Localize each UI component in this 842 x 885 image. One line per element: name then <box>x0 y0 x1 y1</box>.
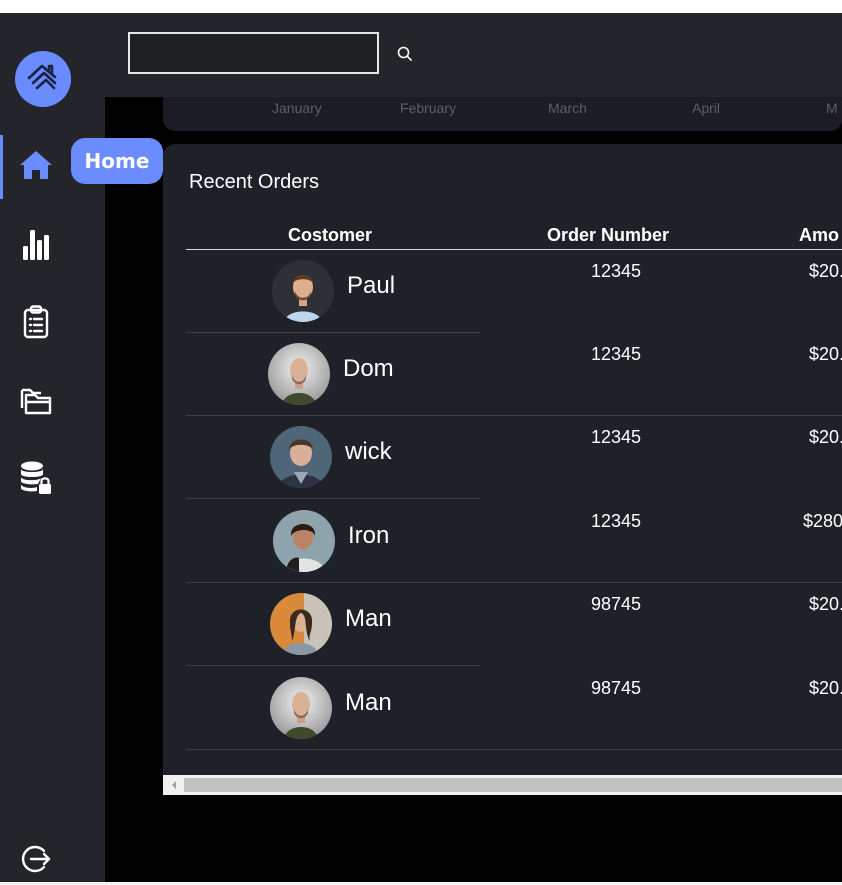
order-number: 98745 <box>590 594 642 614</box>
avatar <box>272 260 334 322</box>
avatar <box>270 677 332 739</box>
search-input[interactable] <box>128 32 379 74</box>
active-nav-indicator <box>0 135 3 199</box>
customer-name: Iron <box>348 522 390 549</box>
customer-name: Paul <box>347 272 396 299</box>
order-number: 98745 <box>590 678 642 698</box>
avatar <box>273 510 335 572</box>
table-row[interactable]: Iron 12345 $280 <box>186 500 842 583</box>
house-stack-icon <box>27 64 57 90</box>
row-divider <box>186 749 842 750</box>
nav-tasks[interactable] <box>16 302 56 342</box>
order-amount: $280 <box>803 511 842 531</box>
row-divider <box>186 665 480 666</box>
chart-month-label: February <box>400 100 457 116</box>
logout-icon <box>21 845 51 873</box>
nav-tooltip: Home <box>71 138 163 184</box>
app-logo[interactable] <box>15 51 71 107</box>
table-row[interactable]: Man 98745 $20. <box>186 583 842 666</box>
order-amount: $20. <box>809 427 842 447</box>
top-header <box>105 13 842 97</box>
sidebar: Home <box>0 13 163 882</box>
column-header-customer: Costomer <box>288 225 373 245</box>
nav-database[interactable] <box>16 458 56 498</box>
customer-name: wick <box>345 438 392 465</box>
bar-chart-icon <box>23 230 49 260</box>
database-lock-icon <box>21 461 51 494</box>
sales-chart-card: January February March April M <box>163 97 842 131</box>
chart-month-label: M <box>826 100 838 116</box>
nav-home[interactable] <box>16 145 56 185</box>
column-header-amount: Amo <box>799 225 839 245</box>
scroll-thumb[interactable] <box>184 778 842 792</box>
nav-files[interactable] <box>16 380 56 420</box>
chart-month-label: January <box>272 100 322 116</box>
table-row[interactable]: Man 98745 $20. <box>186 667 842 750</box>
search-button[interactable] <box>395 44 415 64</box>
avatar <box>270 593 332 655</box>
customer-name: Man <box>345 605 392 632</box>
order-amount: $20. <box>809 344 842 364</box>
scroll-left-button[interactable] <box>163 775 184 795</box>
table-row[interactable]: wick 12345 $20. <box>186 416 842 499</box>
table-row[interactable]: Dom 12345 $20. <box>186 333 842 416</box>
search-icon <box>397 46 412 61</box>
horizontal-scrollbar[interactable] <box>163 775 842 795</box>
recent-orders-card: Recent Orders Costomer Order Number Amo … <box>163 144 842 775</box>
avatar <box>268 343 330 405</box>
caret-left-icon <box>171 781 176 789</box>
order-amount: $20. <box>809 261 842 281</box>
avatar <box>270 426 332 488</box>
order-amount: $20. <box>809 678 842 698</box>
chart-month-label: April <box>692 100 721 116</box>
nav-analytics[interactable] <box>16 224 56 264</box>
home-icon <box>20 151 52 179</box>
window-top-edge <box>0 0 842 13</box>
row-divider <box>186 498 480 499</box>
app-root: Home January February March April M Rece… <box>0 0 842 885</box>
logout-button[interactable] <box>18 842 52 876</box>
customer-name: Man <box>345 689 392 716</box>
clipboard-list-icon <box>23 305 49 339</box>
order-amount: $20. <box>809 594 842 614</box>
folders-icon <box>20 388 52 415</box>
order-number: 12345 <box>590 511 642 531</box>
customer-name: Dom <box>343 355 394 382</box>
recent-orders-title: Recent Orders <box>189 171 320 193</box>
table-row[interactable]: Paul 12345 $20. <box>186 250 842 333</box>
chart-month-label: March <box>548 100 587 116</box>
order-number: 12345 <box>590 261 642 281</box>
order-number: 12345 <box>590 344 642 364</box>
column-header-order-number: Order Number <box>547 225 670 245</box>
order-number: 12345 <box>590 427 642 447</box>
